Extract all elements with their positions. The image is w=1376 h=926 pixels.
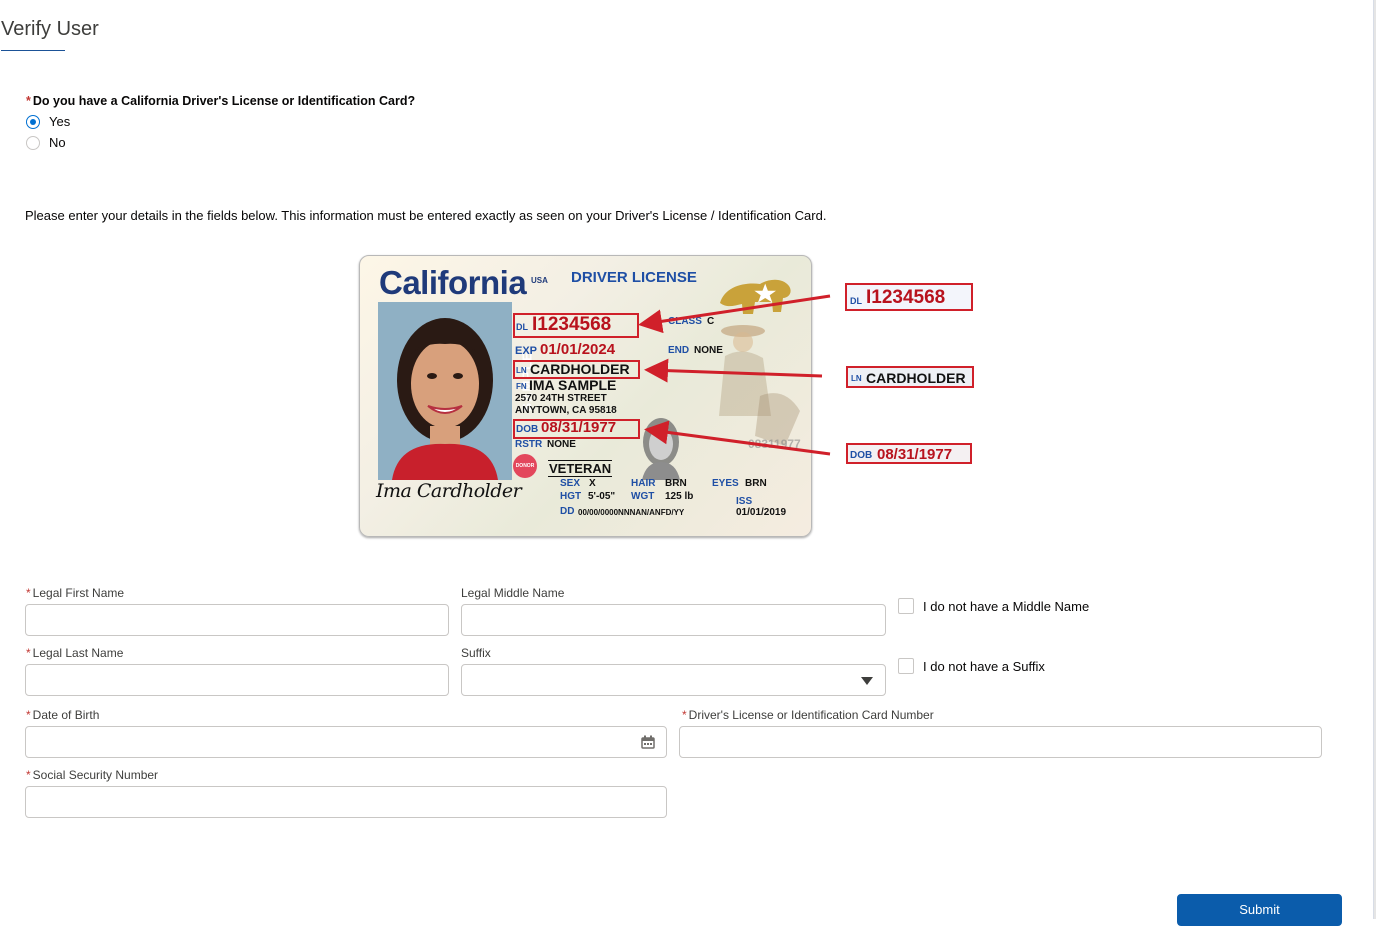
wgt-label: WGT <box>631 491 655 502</box>
wgt-value: 125 lb <box>665 491 694 502</box>
ln-arrow <box>644 358 823 383</box>
dob-callout-prefix: DOB <box>850 450 873 461</box>
radio-option-yes[interactable]: Yes <box>26 114 70 129</box>
address-line-1: 2570 24TH STREET <box>515 393 607 404</box>
dob-value: 08/31/1977 <box>541 419 617 436</box>
dl-arrow <box>638 294 831 334</box>
iss-label: ISS <box>736 496 753 507</box>
dob-prefix: DOB <box>516 424 539 435</box>
radio-no[interactable] <box>26 135 40 150</box>
suffix-select[interactable] <box>461 664 886 696</box>
dl-callout: DL I1234568 <box>845 283 973 311</box>
dob-label: * Date of Birth <box>26 708 99 722</box>
dl-callout-prefix: DL <box>850 296 862 306</box>
hgt-value: 5'-05" <box>588 491 616 502</box>
hgt-label: HGT <box>560 491 582 502</box>
fn-value: IMA SAMPLE <box>529 377 617 393</box>
donor-badge: DONOR <box>513 454 537 478</box>
ln-value: CARDHOLDER <box>530 361 630 377</box>
veteran-label: VETERAN <box>548 460 613 477</box>
required-marker: * <box>682 708 687 722</box>
address-line-2: ANYTOWN, CA 95818 <box>515 405 617 416</box>
first-name-label: * Legal First Name <box>26 586 124 600</box>
license-number-input[interactable] <box>679 726 1322 758</box>
no-suffix-option[interactable]: I do not have a Suffix <box>898 658 1045 674</box>
hair-value: BRN <box>665 478 687 489</box>
rstr-label: RSTR <box>515 439 543 450</box>
middle-name-input[interactable] <box>461 604 886 636</box>
exp-label: EXP <box>515 345 538 357</box>
fn-prefix: FN <box>516 382 527 391</box>
last-name-input[interactable] <box>25 664 449 696</box>
radio-no-label: No <box>49 135 66 150</box>
dob-callout-value: 08/31/1977 <box>877 446 953 463</box>
license-question-label: * Do you have a California Driver's Licen… <box>26 94 415 108</box>
instructions-text: Please enter your details in the fields … <box>25 208 827 223</box>
ssn-input[interactable] <box>25 786 667 818</box>
license-number-label: * Driver's License or Identification Card… <box>682 708 934 722</box>
no-suffix-checkbox[interactable] <box>898 658 914 674</box>
required-marker: * <box>26 646 31 660</box>
dl-callout-number: I1234568 <box>866 287 946 308</box>
dob-arrow <box>644 420 831 456</box>
ln-prefix: LN <box>516 366 527 375</box>
portrait-icon <box>378 302 512 480</box>
rstr-value: NONE <box>547 439 576 450</box>
chevron-down-icon <box>861 677 873 685</box>
first-name-label-text: Legal First Name <box>32 586 125 600</box>
required-marker: * <box>26 94 31 108</box>
radio-yes-label: Yes <box>49 114 71 129</box>
ln-callout: LN CARDHOLDER <box>846 366 974 388</box>
callout-arrows <box>638 294 831 456</box>
no-suffix-label: I do not have a Suffix <box>923 658 1045 674</box>
license-question-text: Do you have a California Driver's Licens… <box>32 94 416 108</box>
first-name-input[interactable] <box>25 604 449 636</box>
ln-callout-value: CARDHOLDER <box>866 370 966 386</box>
ln-callout-prefix: LN <box>851 374 862 383</box>
page-title: Verify User <box>1 18 99 40</box>
required-marker: * <box>26 708 31 722</box>
ssn-label-text: Social Security Number <box>32 768 159 782</box>
eyes-label: EYES <box>712 478 739 489</box>
submit-button[interactable]: Submit <box>1177 894 1342 926</box>
eyes-value: BRN <box>745 478 767 489</box>
ssn-label: * Social Security Number <box>26 768 158 782</box>
title-underline <box>1 50 65 51</box>
dd-value: 00/00/0000NNNAN/ANFD/YY <box>578 508 685 517</box>
dob-input[interactable] <box>25 726 667 758</box>
license-usa: USA <box>531 276 548 285</box>
signature: Ima Cardholder <box>376 480 522 502</box>
suffix-label: Suffix <box>461 646 491 660</box>
dob-callout: DOB 08/31/1977 <box>846 443 972 464</box>
last-name-label-text: Legal Last Name <box>32 646 124 660</box>
license-photo <box>378 302 512 480</box>
dl-number: I1234568 <box>532 314 612 335</box>
license-number-label-text: Driver's License or Identification Card … <box>688 708 934 722</box>
required-marker: * <box>26 586 31 600</box>
sex-value: X <box>589 478 596 489</box>
dl-prefix: DL <box>516 322 528 332</box>
iss-value: 01/01/2019 <box>736 507 787 518</box>
donor-label: DONOR <box>515 463 535 469</box>
sex-label: SEX <box>560 478 581 489</box>
hair-label: HAIR <box>631 478 656 489</box>
dob-label-text: Date of Birth <box>32 708 100 722</box>
required-marker: * <box>26 768 31 782</box>
no-middle-name-option[interactable]: I do not have a Middle Name <box>898 598 1089 614</box>
last-name-label: * Legal Last Name <box>26 646 123 660</box>
calendar-icon[interactable] <box>641 735 655 749</box>
no-middle-name-label: I do not have a Middle Name <box>923 598 1090 614</box>
radio-yes[interactable] <box>26 114 40 129</box>
exp-value: 01/01/2024 <box>540 341 616 358</box>
license-state: California <box>379 264 527 301</box>
dd-label: DD <box>560 506 575 517</box>
radio-option-no[interactable]: No <box>26 135 66 150</box>
middle-name-label: Legal Middle Name <box>461 586 565 600</box>
no-middle-name-checkbox[interactable] <box>898 598 914 614</box>
